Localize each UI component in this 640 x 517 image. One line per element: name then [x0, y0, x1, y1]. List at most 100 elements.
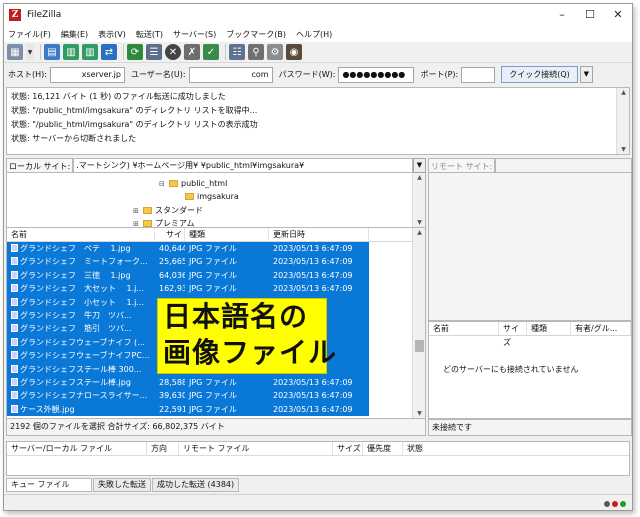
remote-site-label: リモート サイト:: [428, 158, 496, 173]
scroll-up-icon[interactable]: ▲: [413, 174, 425, 181]
toggle-queue-icon[interactable]: ⇄: [101, 44, 117, 60]
menu-edit[interactable]: 編集(E): [61, 29, 88, 40]
directory-compare-icon[interactable]: ☷: [229, 44, 245, 60]
column-owner[interactable]: 有者/グル...: [571, 322, 631, 335]
tree-scrollbar[interactable]: ▲ ▼: [412, 173, 425, 227]
tree-item-public-html[interactable]: ⊟ public_html: [159, 179, 227, 188]
tree-item-premium[interactable]: ⊞ プレミアム: [133, 218, 194, 228]
site-manager-icon[interactable]: ▦: [7, 44, 23, 60]
queue-column-remote-file[interactable]: リモート ファイル: [179, 442, 333, 455]
file-row[interactable]: グランドシェフ 三徳 1.jpg 64,036 JPG ファイル 2023/05/13…: [7, 268, 425, 283]
toggle-local-tree-icon[interactable]: ▥: [63, 44, 79, 60]
host-label: ホスト(H):: [8, 70, 47, 79]
file-name: グランドシェフ 小セット 1.j...: [20, 297, 145, 307]
remote-status: 未接続です: [428, 419, 632, 436]
queue-column-priority[interactable]: 優先度: [363, 442, 403, 455]
expand-icon[interactable]: ⊞: [133, 220, 140, 228]
menu-bookmarks[interactable]: ブックマーク(B): [226, 29, 286, 40]
chevron-down-icon[interactable]: ▼: [413, 158, 426, 173]
port-input[interactable]: [461, 66, 496, 83]
remote-pane: リモート サイト: 名前 サイズ 種類 有者/グル... どのサーバーにも接続さ…: [428, 158, 632, 437]
toggle-log-icon[interactable]: ▤: [44, 44, 60, 60]
image-file-icon: [11, 297, 18, 306]
close-icon[interactable]: ✕: [604, 4, 632, 26]
image-file-icon: [11, 270, 18, 279]
log-line: 状態: 16,121 バイト (1 秒) のファイル転送に成功しました: [11, 92, 226, 101]
file-date: 2023/05/13 6:47:09: [269, 375, 369, 390]
file-row[interactable]: グランドシェフステール棒.jpg 28,588 JPG ファイル 2023/05/13…: [7, 375, 425, 390]
scroll-down-icon[interactable]: ▼: [413, 410, 425, 417]
menu-help[interactable]: ヘルプ(H): [296, 29, 332, 40]
quickconnect-dropdown-icon[interactable]: ▼: [579, 66, 593, 83]
column-type[interactable]: 種類: [527, 322, 571, 335]
file-date: 2023/05/13 6:47:09: [269, 242, 369, 256]
tab-queued-files[interactable]: キュー ファイル: [6, 478, 92, 492]
file-size: 64,036: [155, 268, 185, 283]
tree-item-standard[interactable]: ⊞ スタンダード: [133, 205, 203, 216]
filter-icon[interactable]: ☰: [146, 44, 162, 60]
message-log: 状態: 16,121 バイト (1 秒) のファイル転送に成功しました 状態: …: [6, 87, 630, 155]
image-file-icon: [11, 284, 18, 293]
cancel-icon[interactable]: ✕: [165, 44, 181, 60]
tab-successful-transfers[interactable]: 成功した転送 (4384): [152, 478, 240, 492]
quickconnect-button[interactable]: クイック接続(Q): [501, 66, 578, 83]
chevron-down-icon[interactable]: ▼: [26, 44, 34, 60]
scroll-down-icon[interactable]: ▼: [413, 219, 425, 226]
queue-tabs: キュー ファイル 失敗した転送 成功した転送 (4384): [6, 478, 240, 492]
queue-column-direction[interactable]: 方向: [147, 442, 179, 455]
local-site-bar: ローカル サイト: .マートシンク) ¥ホームページ用¥ ¥public_htm…: [6, 158, 426, 173]
menu-file[interactable]: ファイル(F): [8, 29, 51, 40]
minimize-icon[interactable]: –: [548, 4, 576, 26]
filezilla-window: Z FileZilla – ☐ ✕ ファイル(F) 編集(E) 表示(V) 転送…: [3, 3, 633, 511]
column-size[interactable]: サイズ: [155, 228, 185, 253]
tab-failed-transfers[interactable]: 失敗した転送: [93, 478, 151, 492]
queue-column-local-file[interactable]: サーバー/ローカル ファイル: [7, 442, 147, 455]
scroll-up-icon[interactable]: ▲: [413, 229, 425, 236]
sync-browsing-icon[interactable]: ⚙: [267, 44, 283, 60]
callout-line-2: 画像ファイル: [163, 336, 338, 369]
search-icon[interactable]: ⚲: [248, 44, 264, 60]
file-list-scrollbar[interactable]: ▲ ▼: [412, 228, 425, 418]
menu-view[interactable]: 表示(V): [98, 29, 126, 40]
menu-server[interactable]: サーバー(S): [173, 29, 216, 40]
username-input[interactable]: com: [188, 66, 273, 83]
host-input[interactable]: xserver.jp: [49, 66, 125, 83]
binoculars-icon[interactable]: ◉: [286, 44, 302, 60]
expand-icon[interactable]: ⊞: [133, 207, 140, 215]
tree-item-label: public_html: [181, 179, 228, 188]
local-site-path-input[interactable]: .マートシンク) ¥ホームページ用¥ ¥public_html¥imgsakur…: [73, 158, 413, 173]
tree-item-imgsakura[interactable]: imgsakura: [185, 192, 239, 201]
file-name: グランドシェフステール棒.jpg: [20, 377, 131, 387]
file-row[interactable]: グランドシェフナロースライサー... 39,630 JPG ファイル 2023/05/…: [7, 389, 425, 403]
disconnect-icon[interactable]: ✗: [184, 44, 200, 60]
file-type: JPG ファイル: [185, 282, 269, 296]
file-row[interactable]: グランドシェフ ペテ 1.jpg 40,644 JPG ファイル 2023/05/13…: [7, 242, 425, 256]
file-date: 2023/05/13 6:47:09: [269, 268, 369, 283]
file-row[interactable]: グランドシェフ 大セット 1.j... 162,933JPG ファイル2023/0…: [7, 282, 425, 296]
reconnect-icon[interactable]: ✓: [203, 44, 219, 60]
log-scrollbar[interactable]: ▲ ▼: [616, 88, 629, 154]
transfer-indicator-icon: [620, 501, 626, 507]
password-input[interactable]: ●●●●●●●●●: [338, 66, 415, 83]
collapse-icon[interactable]: ⊟: [159, 180, 166, 188]
maximize-icon[interactable]: ☐: [576, 4, 604, 26]
column-name[interactable]: 名前: [429, 322, 499, 335]
refresh-icon[interactable]: ⟳: [127, 44, 143, 60]
scroll-down-icon[interactable]: ▼: [617, 146, 630, 153]
file-row[interactable]: ケース外観.jpg 22,591 JPG ファイル 2023/05/13 6:47:0…: [7, 402, 425, 417]
toggle-remote-tree-icon[interactable]: ▥: [82, 44, 98, 60]
queue-column-status[interactable]: 状態: [403, 442, 463, 455]
scroll-up-icon[interactable]: ▲: [617, 89, 630, 96]
remote-site-path-input[interactable]: [495, 158, 632, 173]
queue-column-size[interactable]: サイズ: [333, 442, 363, 455]
column-modified[interactable]: 更新日時: [269, 228, 369, 241]
column-type[interactable]: 種類: [185, 228, 269, 241]
filezilla-logo-icon: Z: [9, 9, 21, 21]
scrollbar-thumb[interactable]: [415, 340, 424, 352]
column-size[interactable]: サイズ: [499, 322, 527, 347]
image-file-icon: [11, 391, 18, 400]
column-name[interactable]: 名前: [7, 228, 155, 241]
menu-transfer[interactable]: 転送(T): [136, 29, 163, 40]
file-date: 2023/05/13 6:47:09: [269, 389, 369, 403]
file-row[interactable]: グランドシェフ ミートフォーク... 25,665 JPG ファイル 2023/05/…: [7, 255, 425, 269]
